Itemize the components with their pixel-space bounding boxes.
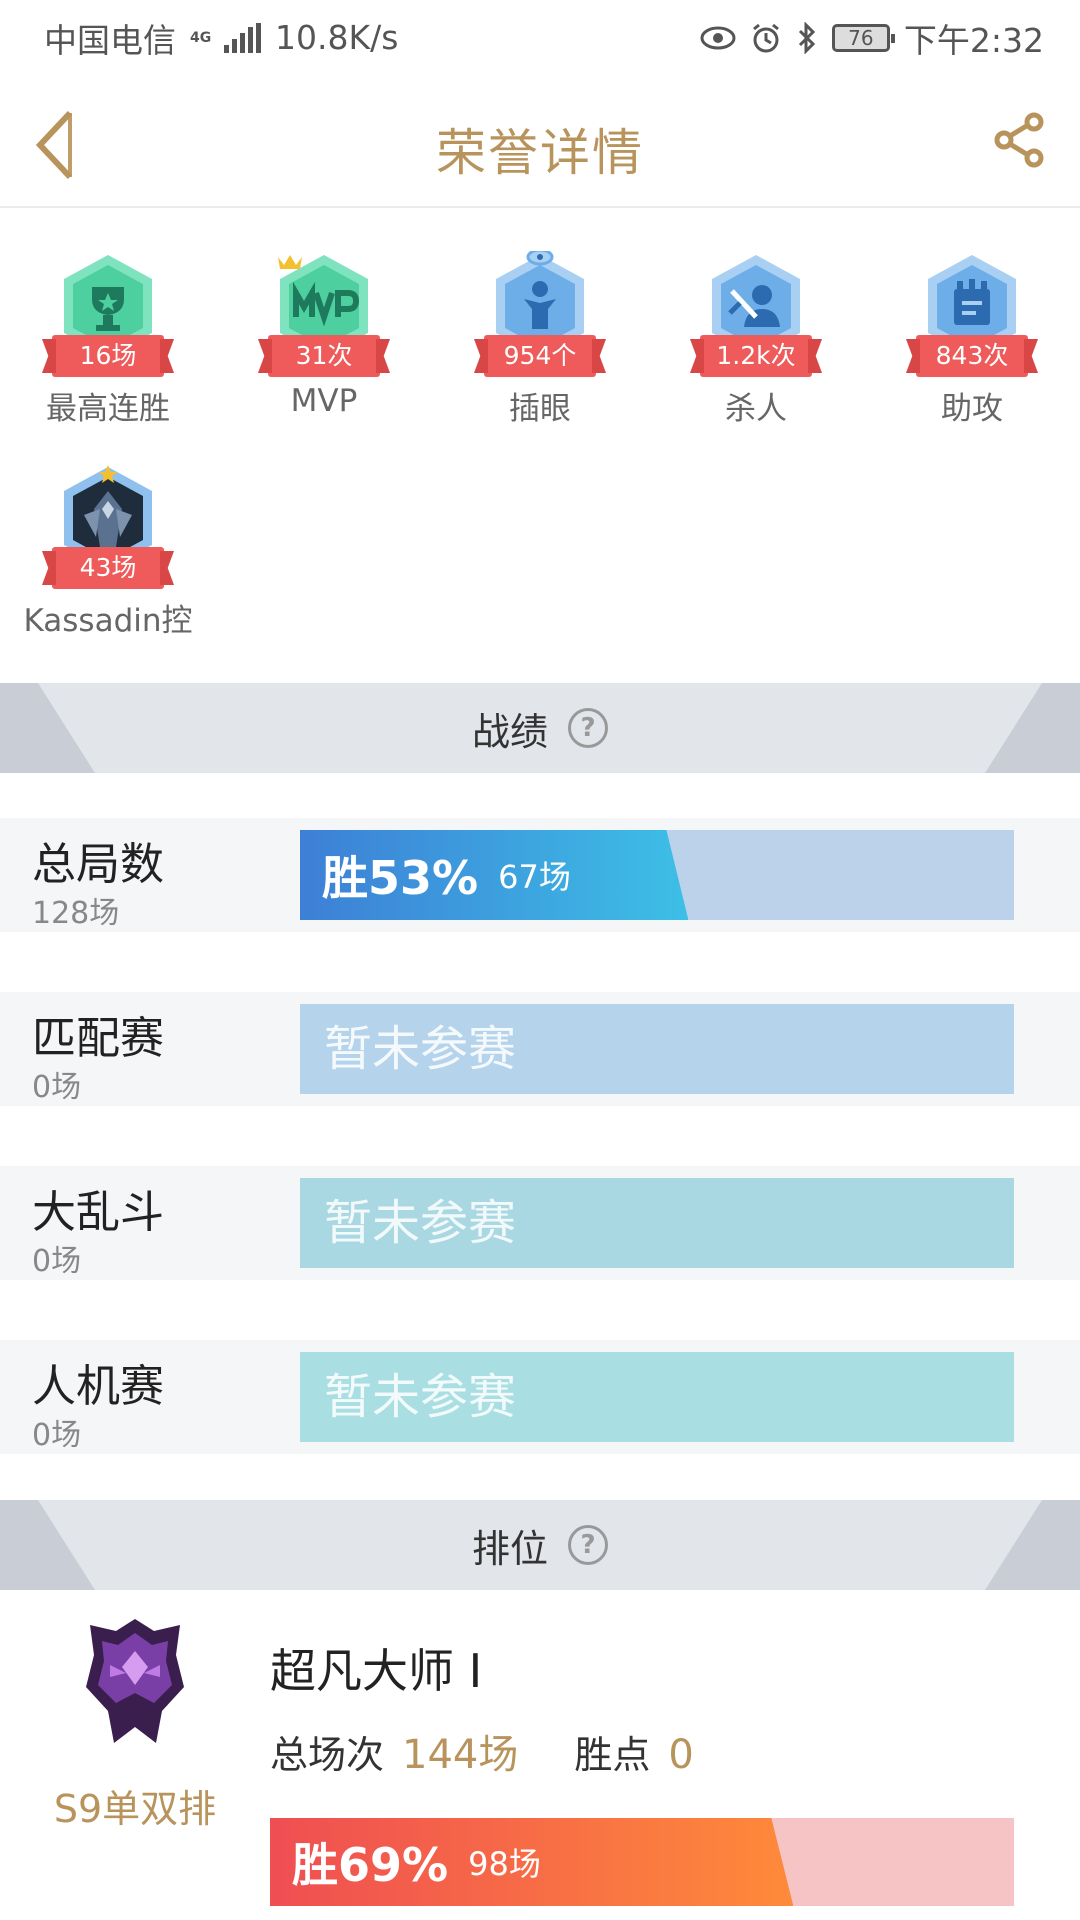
win-rate-fill: 胜69% 98场 [270,1818,794,1906]
wins-count: 67场 [498,858,571,896]
section-title: 排位 [471,1526,548,1571]
section-title: 战绩 [471,709,548,754]
win-rate-fill: 胜53% 67场 [300,830,689,920]
share-icon[interactable] [990,110,1050,170]
honor-label: 杀人 [725,391,787,427]
top-app-bar: 荣誉详情 [0,75,1080,208]
honor-item-wards[interactable]: 954个 插眼 [432,235,648,435]
win-rate-label: 胜53% [322,851,479,905]
ranked-stats: 总场次 144场 胜点 0 [270,1722,694,1780]
empty-label: 暂未参赛 [324,1195,517,1251]
honor-item-kills[interactable]: 1.2k次 杀人 [648,235,864,435]
lp-value: 0 [668,1732,694,1778]
row-count: 0场 [32,1070,82,1105]
honor-item-mvp[interactable]: 31次 MVP [216,235,432,435]
row-count: 128场 [32,896,120,931]
total-games-label: 总场次 [270,1733,385,1777]
bluetooth-icon [798,21,816,54]
empty-label: 暂未参赛 [324,1021,517,1077]
ranked-tier: 超凡大师 I [270,1644,483,1698]
battery-level: 76 [848,25,874,50]
network-speed: 10.8K/s [275,18,399,57]
win-rate-bar: 胜53% 67场 [300,830,1014,920]
row-title: 大乱斗 [32,1187,164,1238]
honor-label: Kassadin控 [23,603,193,639]
honor-value: 954个 [484,335,596,377]
honor-label: 助攻 [941,391,1003,427]
empty-bar: 暂未参赛 [300,1178,1014,1268]
alarm-icon [752,23,779,52]
record-row-total[interactable]: 总局数 128场 胜53% 67场 [0,818,1080,932]
empty-bar: 暂未参赛 [300,1352,1014,1442]
clock: 下午2:32 [903,20,1044,60]
status-bar: 中国电信 4G 10.8K/s 76 下午2:32 [0,0,1080,75]
record-section-header: 战绩 ? [0,683,1080,773]
win-rate-label: 胜69% [292,1838,449,1892]
honor-label: 最高连胜 [46,391,170,427]
honor-item-champion[interactable]: 43场 Kassadin控 [0,447,216,647]
honor-item-assists[interactable]: 843次 助攻 [864,235,1080,435]
record-row-coop[interactable]: 人机赛 0场 暂未参赛 [0,1340,1080,1454]
honor-value: 43场 [52,547,164,589]
battery-icon: 76 [831,23,895,52]
record-row-normal[interactable]: 匹配赛 0场 暂未参赛 [0,992,1080,1106]
empty-label: 暂未参赛 [324,1369,517,1425]
total-games-value: 144场 [402,1732,519,1778]
ranked-win-rate-bar: 胜69% 98场 [270,1818,1014,1906]
wins-count: 98场 [468,1845,541,1883]
page-title: 荣誉详情 [436,124,644,182]
row-title: 总局数 [32,839,164,890]
row-title: 匹配赛 [32,1013,164,1064]
row-count: 0场 [32,1418,82,1453]
help-icon[interactable]: ? [568,1525,608,1565]
honor-value: 31次 [268,335,380,377]
ranked-queue-name: S9单双排 [53,1787,217,1831]
master-tier-emblem-icon [86,1619,184,1743]
network-type: 4G [190,29,212,46]
record-row-aram[interactable]: 大乱斗 0场 暂未参赛 [0,1166,1080,1280]
honor-label: 插眼 [509,391,571,427]
row-count: 0场 [32,1244,82,1279]
row-title: 人机赛 [32,1361,164,1412]
honor-item-win-streak[interactable]: 16场 最高连胜 [0,235,216,435]
honor-label: MVP [290,383,358,419]
honor-value: 843次 [916,335,1028,377]
eye-icon [700,26,736,49]
honor-value: 1.2k次 [700,335,812,377]
carrier-name: 中国电信 [44,20,176,60]
lp-label: 胜点 [574,1733,651,1777]
ranked-section-header: 排位 ? [0,1500,1080,1590]
help-icon[interactable]: ? [568,708,608,748]
signal-icon [224,22,261,53]
empty-bar: 暂未参赛 [300,1004,1014,1094]
honor-value: 16场 [52,335,164,377]
